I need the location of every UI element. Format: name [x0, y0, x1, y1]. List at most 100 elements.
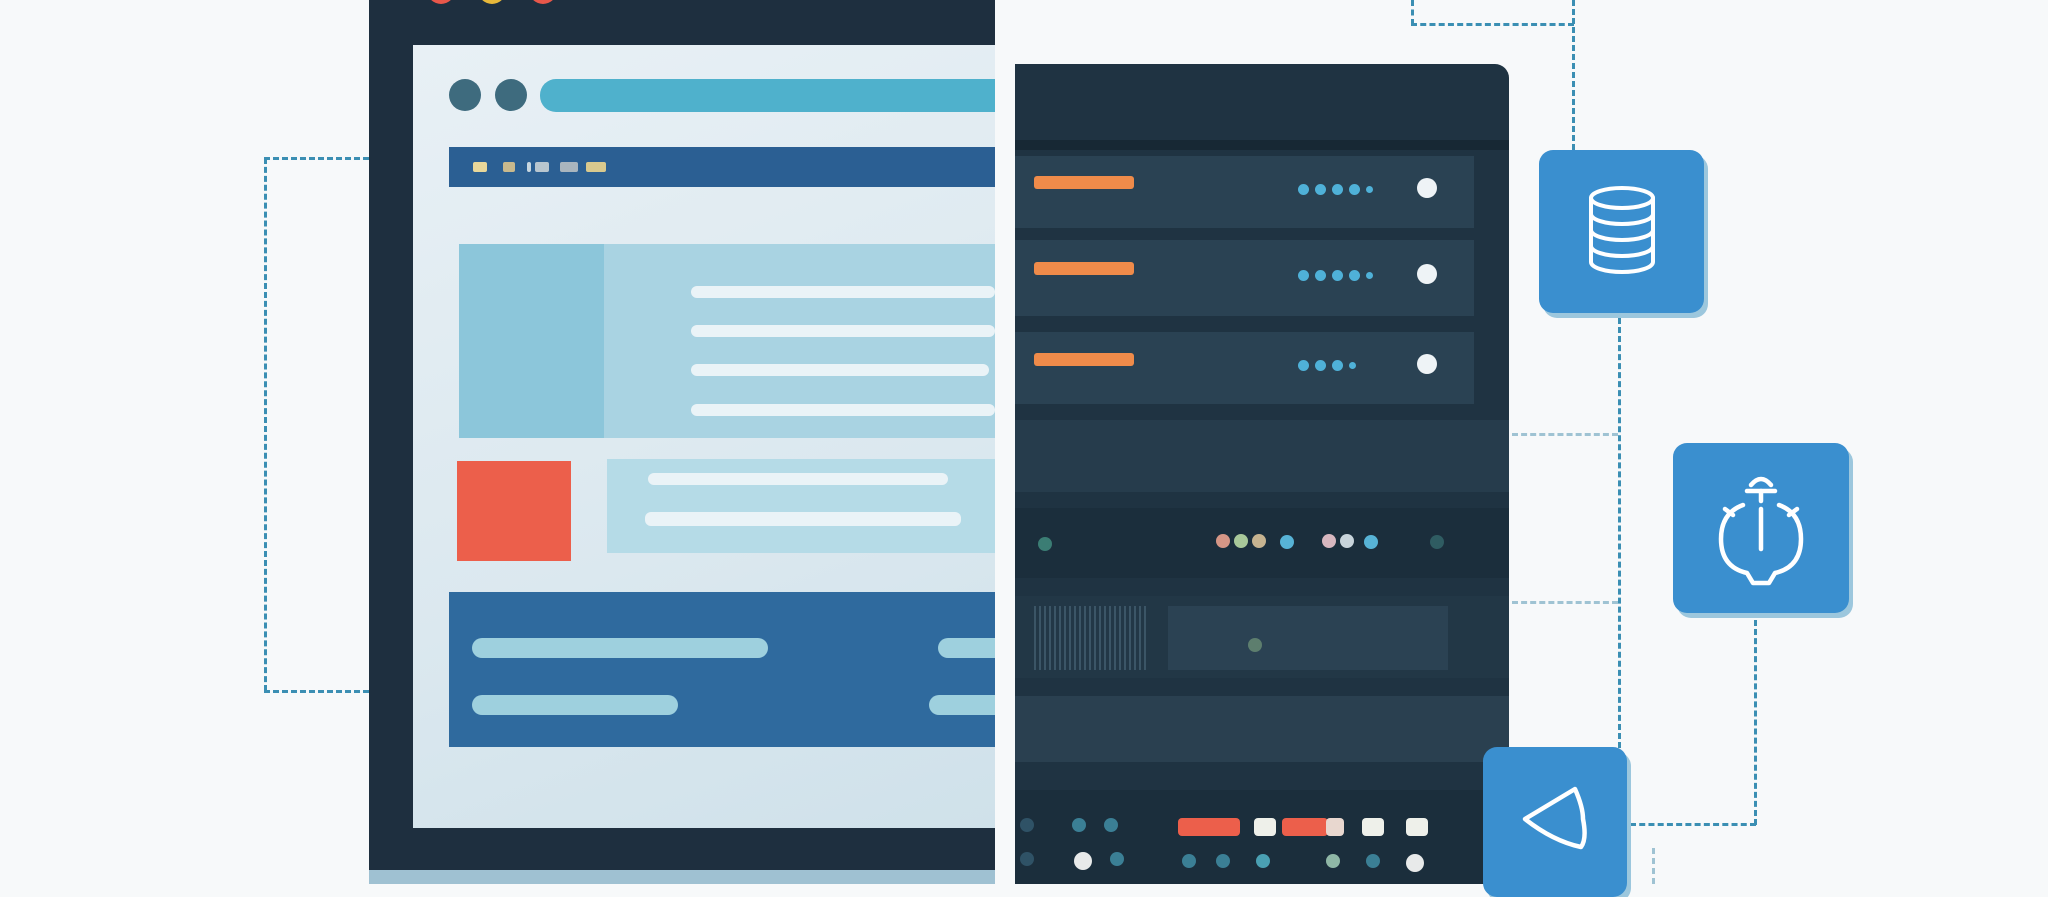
- status-dot: [1322, 534, 1336, 548]
- connector-settings-bottom: [1630, 823, 1756, 826]
- status-dot: [1182, 854, 1196, 868]
- address-bar[interactable]: [540, 79, 995, 112]
- status-dot: [1074, 852, 1092, 870]
- status-dot: [1430, 535, 1444, 549]
- server-led-blue: [1349, 184, 1360, 195]
- connector-top-horizontal: [1411, 23, 1574, 26]
- server-power-led: [1417, 354, 1437, 374]
- server-led-blue: [1332, 184, 1343, 195]
- connector-left-bottom: [264, 690, 369, 693]
- footer-pill: [938, 638, 995, 658]
- send-icon: [1522, 786, 1587, 850]
- hero-text-line: [691, 404, 995, 416]
- status-dot: [1364, 535, 1378, 549]
- browser-bottom-strip: [369, 870, 995, 884]
- connector-rack-right-1: [1512, 433, 1618, 436]
- status-dot: [1366, 854, 1380, 868]
- server-unit-controls: [1015, 790, 1509, 884]
- maximize-dot[interactable]: [529, 0, 557, 4]
- server-led-blue: [1315, 360, 1326, 371]
- status-dot: [1280, 535, 1294, 549]
- server-led-blue: [1315, 270, 1326, 281]
- status-dot: [1248, 638, 1262, 652]
- connector-rack-right-2: [1512, 601, 1618, 604]
- header-chip: [535, 162, 549, 172]
- database-tile[interactable]: [1539, 150, 1704, 313]
- header-chip: [560, 162, 578, 172]
- rack-button[interactable]: [1326, 818, 1344, 836]
- settings-icon: [1718, 476, 1804, 586]
- status-dot: [1326, 854, 1340, 868]
- server-led-blue: [1315, 184, 1326, 195]
- server-led-orange: [1034, 176, 1134, 189]
- server-unit-blank: [1015, 696, 1509, 762]
- server-power-led: [1417, 264, 1437, 284]
- server-power-led: [1417, 178, 1437, 198]
- server-led-blue: [1366, 186, 1373, 193]
- server-led-orange: [1034, 353, 1134, 366]
- close-dot[interactable]: [427, 0, 455, 4]
- side-card-text-line: [648, 473, 948, 485]
- forward-nav-dot[interactable]: [495, 79, 527, 111]
- status-dot: [1110, 852, 1124, 866]
- status-dot: [1020, 818, 1034, 832]
- server-led-blue: [1298, 184, 1309, 195]
- footer-pill: [929, 695, 995, 715]
- server-led-blue: [1349, 270, 1360, 281]
- server-led-orange: [1034, 262, 1134, 275]
- status-dot: [1406, 854, 1424, 872]
- minimize-dot[interactable]: [478, 0, 506, 4]
- header-chip: [586, 162, 606, 172]
- server-led-blue: [1349, 362, 1356, 369]
- server-led-blue: [1298, 270, 1309, 281]
- header-chip: [473, 162, 487, 172]
- status-dot: [1340, 534, 1354, 548]
- status-dot: [1216, 534, 1230, 548]
- connector-to-database: [1572, 0, 1575, 150]
- hero-text-line: [691, 325, 995, 337]
- hero-text-line: [691, 364, 989, 376]
- database-icon: [1589, 186, 1655, 274]
- status-dot: [1020, 852, 1034, 866]
- server-unit: [1015, 240, 1474, 316]
- status-dot: [1216, 854, 1230, 868]
- status-dot: [1234, 534, 1248, 548]
- rack-divider: [1015, 140, 1509, 150]
- accent-red-block: [457, 461, 571, 561]
- footer-panel: [449, 592, 995, 747]
- connector-left-top: [264, 157, 369, 160]
- connector-top-vertical: [1411, 0, 1414, 25]
- server-unit: [1015, 156, 1474, 228]
- status-dot: [1104, 818, 1118, 832]
- footer-pill: [472, 695, 678, 715]
- status-dot: [1256, 854, 1270, 868]
- send-tile[interactable]: [1483, 747, 1627, 897]
- server-unit-blank: [1015, 420, 1509, 492]
- settings-tile[interactable]: [1673, 443, 1849, 613]
- server-led-blue: [1298, 360, 1309, 371]
- header-chip: [503, 162, 515, 172]
- back-nav-dot[interactable]: [449, 79, 481, 111]
- header-chip: [527, 162, 531, 172]
- drive-bay-panel: [1168, 606, 1448, 670]
- rack-button[interactable]: [1406, 818, 1428, 836]
- rack-button[interactable]: [1254, 818, 1276, 836]
- status-dot: [1072, 818, 1086, 832]
- status-dot: [1252, 534, 1266, 548]
- rack-button-red[interactable]: [1178, 818, 1240, 836]
- server-led-blue: [1332, 360, 1343, 371]
- server-unit: [1015, 332, 1474, 404]
- connector-settings-down: [1754, 620, 1757, 825]
- side-card-text-line: [645, 512, 961, 526]
- connector-database-down: [1618, 318, 1621, 748]
- rack-button[interactable]: [1362, 818, 1384, 836]
- footer-pill: [472, 638, 768, 658]
- hero-text-line: [691, 286, 995, 298]
- rack-button-red[interactable]: [1282, 818, 1328, 836]
- drive-bay-grille: [1034, 606, 1146, 670]
- connector-send-down: [1652, 848, 1655, 884]
- server-led-blue: [1332, 270, 1343, 281]
- hero-image-placeholder: [459, 244, 604, 438]
- server-led-blue: [1366, 272, 1373, 279]
- connector-left-vertical: [264, 158, 267, 691]
